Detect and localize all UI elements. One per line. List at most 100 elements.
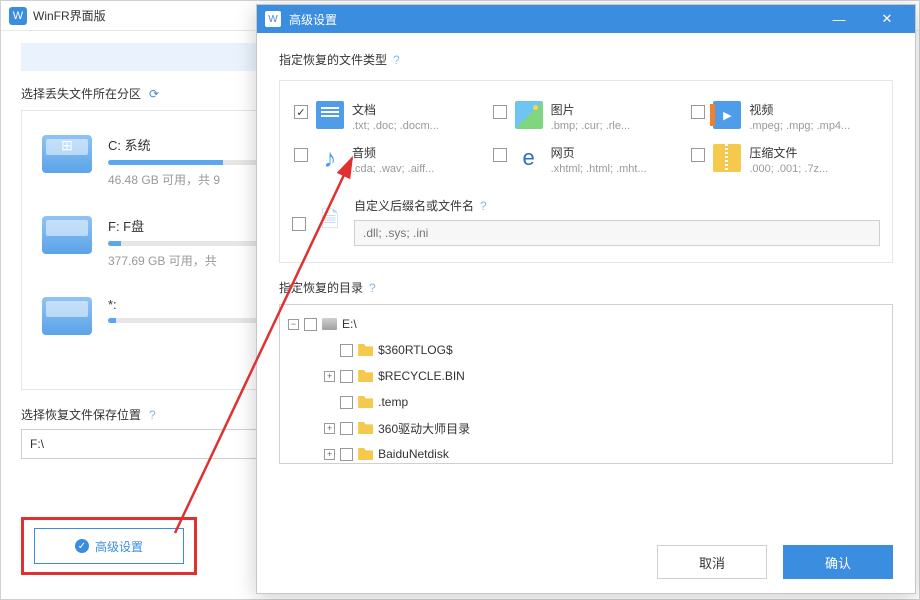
modal-titlebar: W 高级设置 — ✕ (257, 5, 915, 33)
dirs-label-text: 指定恢复的目录 (279, 279, 363, 296)
filetype-checkbox[interactable] (294, 148, 308, 162)
filetype-grid: 文档 .txt; .doc; .docm... 图片 .bmp; .cur; .rle… (279, 80, 893, 263)
filetype-checkbox[interactable] (691, 105, 705, 119)
filetype-option[interactable]: ♪ 音频 .cda; .wav; .aiff... (292, 138, 483, 181)
filetype-exts: .mpeg; .mpg; .mp4... (749, 120, 850, 132)
tree-node-label: $360RTLOG$ (378, 343, 453, 357)
refresh-icon[interactable]: ⟳ (149, 87, 159, 101)
tree-node[interactable]: + BaiduNetdisk (288, 441, 888, 464)
tree-checkbox[interactable] (340, 396, 353, 409)
help-icon[interactable]: ? (149, 408, 156, 422)
filetype-exts: .000; .001; .7z... (749, 163, 828, 175)
tree-node[interactable]: .temp (288, 389, 888, 415)
filetype-exts: .cda; .wav; .aiff... (352, 163, 434, 175)
drive-icon (42, 297, 92, 335)
custom-ext-checkbox[interactable] (292, 217, 306, 231)
directory-tree[interactable]: − E:\ $360RTLOG$ + $RECYCLE.BIN .temp +360… (279, 304, 893, 464)
dirs-section-label: 指定恢复的目录 ? (279, 279, 893, 296)
filetype-exts: .xhtml; .html; .mht... (551, 163, 647, 175)
drive-icon (322, 318, 337, 330)
filetype-name: 图片 (551, 101, 630, 118)
document-icon (316, 101, 344, 129)
usage-bar (108, 160, 268, 165)
tree-checkbox[interactable] (340, 344, 353, 357)
tree-expand-icon[interactable]: + (324, 371, 335, 382)
files-icon: 🗎 (316, 208, 344, 236)
filetype-name: 文档 (352, 101, 439, 118)
custom-ext-row: 🗎 自定义后缀名或文件名 ? (292, 195, 880, 246)
app-title: WinFR界面版 (33, 7, 106, 24)
tree-expand-icon[interactable]: + (324, 423, 335, 434)
custom-ext-input[interactable] (354, 220, 880, 246)
modal-logo-icon: W (265, 11, 281, 27)
tree-node[interactable]: − E:\ (288, 311, 888, 337)
image-icon (515, 101, 543, 129)
minimize-icon[interactable]: — (819, 12, 859, 27)
modal-footer: 取消 确认 (657, 545, 893, 579)
close-icon[interactable]: ✕ (867, 11, 907, 27)
modal-title-text: 高级设置 (289, 11, 337, 28)
custom-ext-label: 自定义后缀名或文件名 ? (354, 197, 880, 214)
video-icon (713, 101, 741, 129)
cancel-button[interactable]: 取消 (657, 545, 767, 579)
filetypes-section-label: 指定恢复的文件类型 ? (279, 51, 893, 68)
folder-icon (358, 448, 373, 460)
tree-node-label: BaiduNetdisk (378, 447, 449, 461)
advanced-button-label: 高级设置 (95, 538, 143, 555)
tree-checkbox[interactable] (304, 318, 317, 331)
folder-icon (358, 344, 373, 356)
tree-node-label: 360驱动大师目录 (378, 420, 470, 437)
app-logo-icon: W (9, 7, 27, 25)
save-path-value: F:\ (30, 437, 44, 451)
drive-icon (42, 216, 92, 254)
advanced-settings-modal: W 高级设置 — ✕ 指定恢复的文件类型 ? 文档 .txt; .doc; .do… (256, 4, 916, 594)
folder-icon (358, 370, 373, 382)
usage-bar (108, 241, 268, 246)
filetype-option[interactable]: e 网页 .xhtml; .html; .mht... (491, 138, 682, 181)
help-icon[interactable]: ? (369, 281, 376, 295)
filetype-option[interactable]: 压缩文件 .000; .001; .7z... (689, 138, 880, 181)
filetype-checkbox[interactable] (493, 105, 507, 119)
save-label-text: 选择恢复文件保存位置 (21, 406, 141, 423)
folder-icon (358, 422, 373, 434)
filetype-checkbox[interactable] (493, 148, 507, 162)
tree-expand-icon[interactable]: − (288, 319, 299, 330)
archive-icon (713, 144, 741, 172)
audio-icon: ♪ (316, 144, 344, 172)
folder-icon (358, 396, 373, 408)
check-circle-icon: ✓ (75, 539, 89, 553)
tree-node-label: E:\ (342, 317, 357, 331)
tree-node[interactable]: + $RECYCLE.BIN (288, 363, 888, 389)
help-icon[interactable]: ? (393, 53, 400, 67)
tree-node-label: $RECYCLE.BIN (378, 369, 465, 383)
filetype-checkbox[interactable] (691, 148, 705, 162)
filetype-name: 音频 (352, 144, 434, 161)
filetype-exts: .txt; .doc; .docm... (352, 120, 439, 132)
advanced-button-highlight: ✓ 高级设置 (21, 517, 197, 575)
filetype-checkbox[interactable] (294, 105, 308, 119)
tree-checkbox[interactable] (340, 370, 353, 383)
filetype-option[interactable]: 视频 .mpeg; .mpg; .mp4... (689, 95, 880, 138)
tree-node-label: .temp (378, 395, 408, 409)
filetype-option[interactable]: 文档 .txt; .doc; .docm... (292, 95, 483, 138)
filetype-name: 压缩文件 (749, 144, 828, 161)
filetype-option[interactable]: 图片 .bmp; .cur; .rle... (491, 95, 682, 138)
help-icon[interactable]: ? (480, 199, 487, 213)
tree-checkbox[interactable] (340, 448, 353, 461)
filetype-exts: .bmp; .cur; .rle... (551, 120, 630, 132)
tree-checkbox[interactable] (340, 422, 353, 435)
modal-body: 指定恢复的文件类型 ? 文档 .txt; .doc; .docm... 图片 .bmp… (257, 33, 915, 478)
drive-icon (42, 135, 92, 173)
filetype-name: 网页 (551, 144, 647, 161)
web-icon: e (515, 144, 543, 172)
filetypes-label-text: 指定恢复的文件类型 (279, 51, 387, 68)
filetype-name: 视频 (749, 101, 850, 118)
custom-ext-label-text: 自定义后缀名或文件名 (354, 197, 474, 214)
usage-bar (108, 318, 268, 323)
tree-node[interactable]: $360RTLOG$ (288, 337, 888, 363)
tree-node[interactable]: +360驱动大师目录 (288, 415, 888, 441)
tree-expand-icon[interactable]: + (324, 449, 335, 460)
partition-label-text: 选择丢失文件所在分区 (21, 85, 141, 102)
advanced-settings-button[interactable]: ✓ 高级设置 (34, 528, 184, 564)
confirm-button[interactable]: 确认 (783, 545, 893, 579)
